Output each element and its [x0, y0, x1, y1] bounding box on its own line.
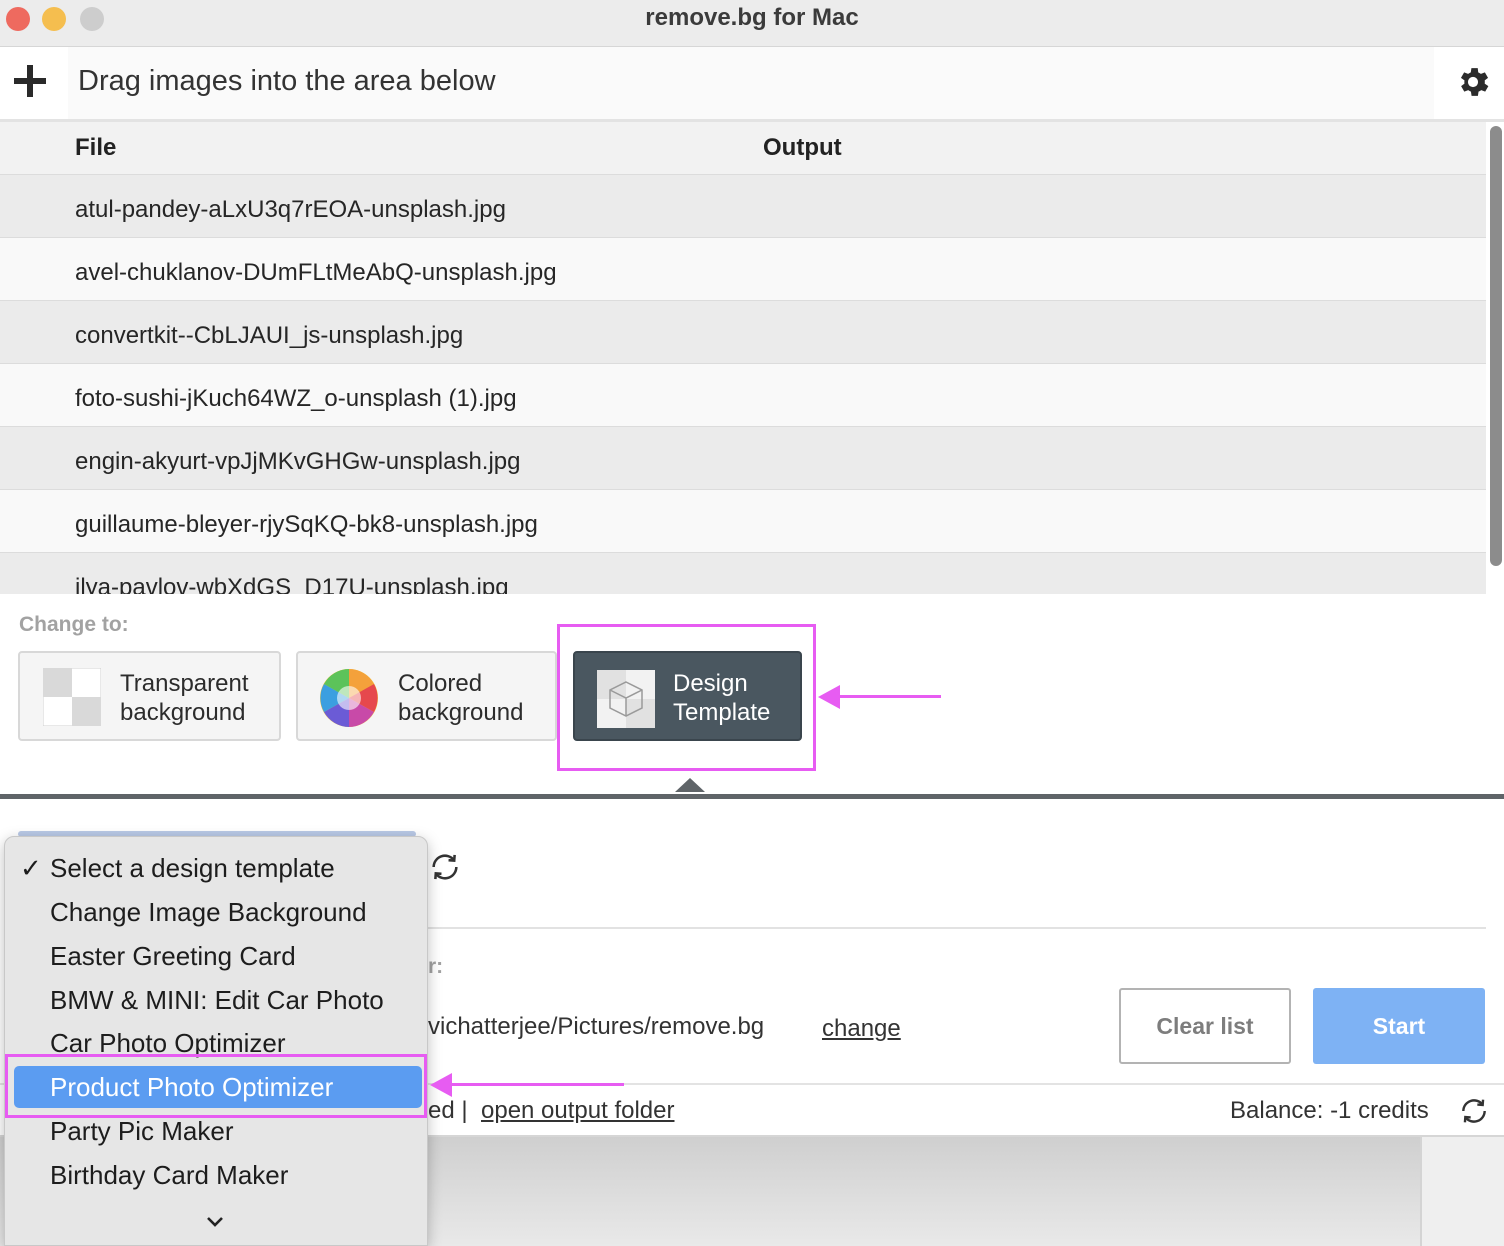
status-text: ed |	[428, 1097, 468, 1124]
table-scrollbar[interactable]	[1490, 126, 1502, 566]
table-row[interactable]: ilya-pavlov-wbXdGS_D17U-unsplash.jpg	[0, 553, 1486, 594]
output-folder-path: vichatterjee/Pictures/remove.bg	[428, 1013, 765, 1040]
checkmark-icon: ✓	[20, 853, 42, 883]
menu-item[interactable]: Birthday Card Maker	[5, 1154, 427, 1196]
background-window-edge	[1420, 1137, 1504, 1246]
output-folder-label: r:	[428, 955, 444, 978]
refresh-icon[interactable]	[428, 850, 462, 889]
column-header-output[interactable]: Output	[763, 122, 842, 174]
menu-item[interactable]: BMW & MINI: Edit Car Photo	[5, 979, 427, 1021]
menu-item-label: Party Pic Maker	[50, 1116, 234, 1146]
balance-text: Balance: -1 credits	[1230, 1097, 1429, 1124]
option-label-line1: Transparent	[120, 670, 249, 697]
option-label-line2: background	[398, 699, 524, 726]
menu-item-label: Change Image Background	[50, 897, 367, 927]
annotation-arrow	[836, 695, 941, 698]
drop-hint[interactable]: Drag images into the area below	[68, 47, 1434, 119]
option-label-line2: background	[120, 699, 246, 726]
section-divider	[428, 927, 1486, 929]
refresh-icon[interactable]	[1458, 1095, 1490, 1132]
highlight-box-product-photo-optimizer	[5, 1054, 427, 1118]
plus-icon[interactable]	[10, 61, 50, 101]
menu-item-label: Easter Greeting Card	[50, 941, 296, 971]
chevron-down-icon[interactable]	[200, 1212, 230, 1232]
panel-separator	[0, 794, 1504, 799]
clear-list-button[interactable]: Clear list	[1119, 988, 1291, 1064]
color-wheel-icon	[320, 669, 378, 727]
colored-background-option[interactable]: Colored background	[296, 651, 557, 741]
checkerboard-icon	[43, 668, 101, 726]
file-table: File Output atul-pandey-aLxU3q7rEOA-unsp…	[0, 122, 1486, 594]
menu-item[interactable]: ✓ Select a design template	[5, 847, 427, 889]
start-button[interactable]: Start	[1313, 988, 1485, 1064]
highlight-box-design-template	[557, 624, 816, 771]
table-header	[0, 122, 1486, 175]
annotation-arrowhead	[430, 1073, 452, 1097]
menu-item-label: Birthday Card Maker	[50, 1160, 289, 1190]
table-row[interactable]: guillaume-bleyer-rjySqKQ-bk8-unsplash.jp…	[0, 490, 1486, 553]
table-row[interactable]: convertkit--CbLJAUI_js-unsplash.jpg	[0, 301, 1486, 364]
menu-item[interactable]: Easter Greeting Card	[5, 935, 427, 977]
design-template-menu[interactable]: ✓ Select a design template Change Image …	[4, 836, 428, 1246]
change-output-link[interactable]: change	[822, 1015, 901, 1043]
window-title: remove.bg for Mac	[645, 4, 859, 31]
table-row[interactable]: foto-sushi-jKuch64WZ_o-unsplash (1).jpg	[0, 364, 1486, 427]
menu-item[interactable]: Change Image Background	[5, 891, 427, 933]
menu-item-label: Select a design template	[50, 853, 335, 883]
annotation-arrowhead	[818, 685, 840, 709]
table-row[interactable]: atul-pandey-aLxU3q7rEOA-unsplash.jpg	[0, 175, 1486, 238]
transparent-background-option[interactable]: Transparent background	[18, 651, 281, 741]
table-row[interactable]: engin-akyurt-vpJjMKvGHGw-unsplash.jpg	[0, 427, 1486, 490]
menu-item-label: BMW & MINI: Edit Car Photo	[50, 985, 384, 1015]
annotation-arrow	[450, 1083, 624, 1086]
title-bar: remove.bg for Mac	[0, 0, 1504, 47]
panel-pointer	[675, 778, 705, 792]
table-row[interactable]: avel-chuklanov-DUmFLtMeAbQ-unsplash.jpg	[0, 238, 1486, 301]
toolbar: Drag images into the area below	[0, 47, 1504, 122]
open-output-folder-link[interactable]: open output folder	[481, 1097, 675, 1125]
column-header-file[interactable]: File	[75, 122, 116, 174]
gear-icon[interactable]	[1454, 63, 1492, 101]
option-label-line1: Colored	[398, 670, 483, 697]
change-to-label: Change to:	[19, 613, 129, 636]
